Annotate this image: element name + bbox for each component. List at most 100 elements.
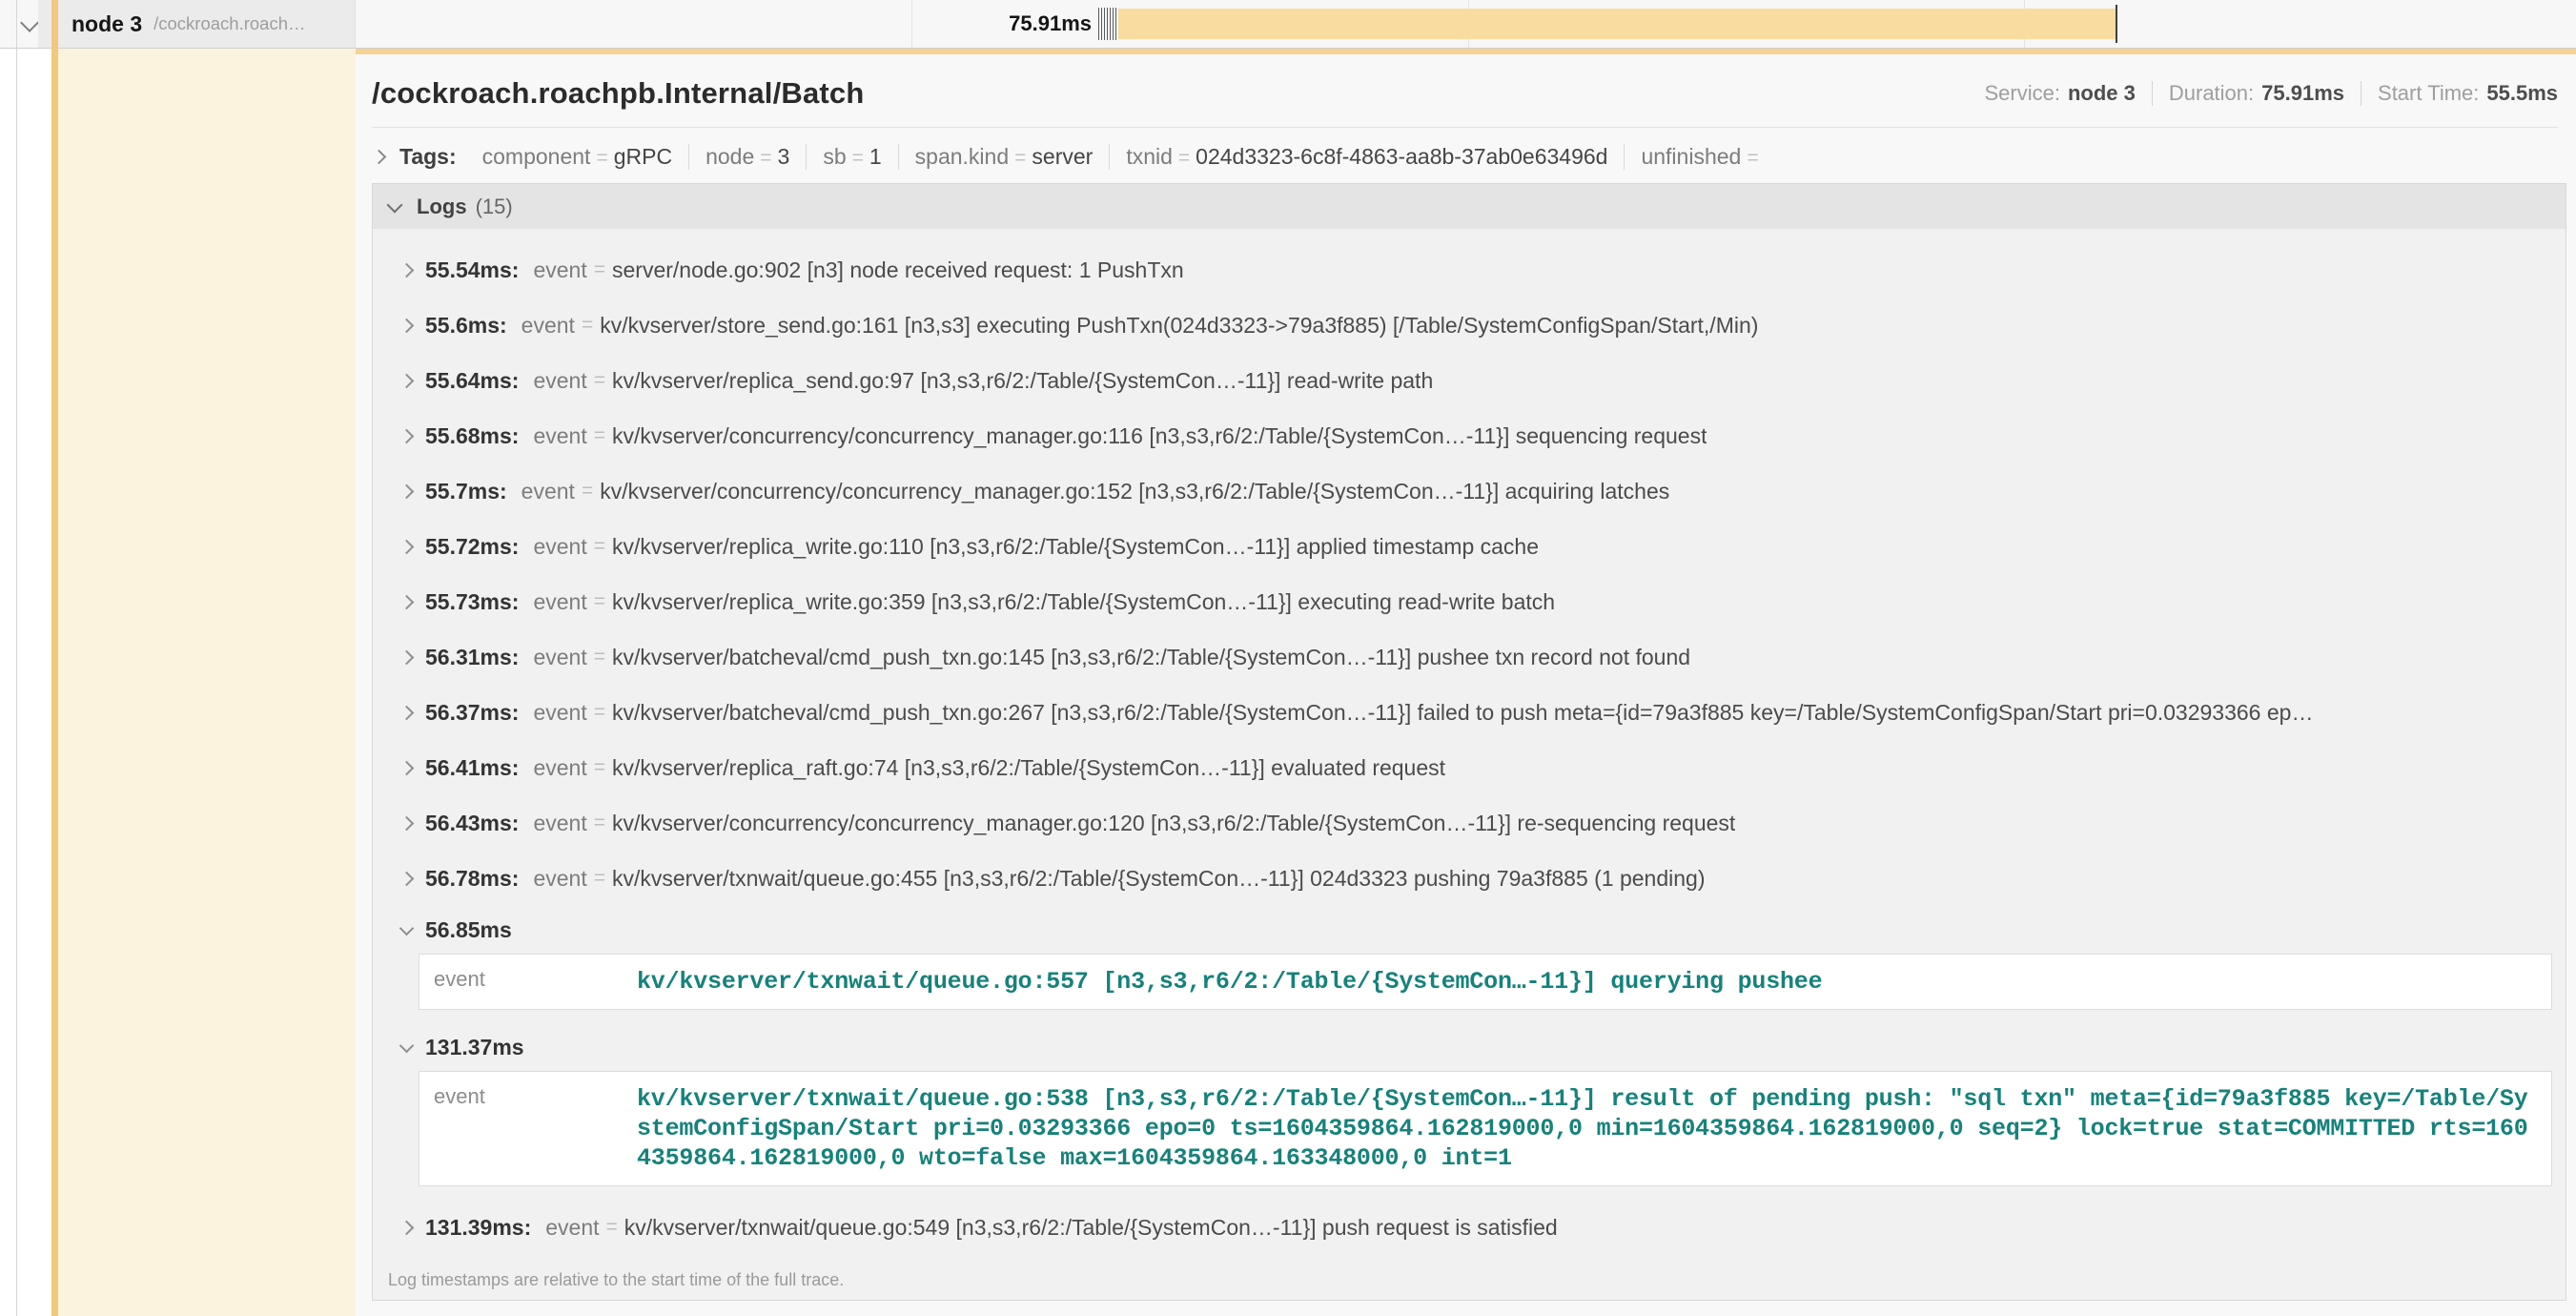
- log-entry-expanded: 131.37ms event kv/kvserver/txnwait/queue…: [401, 1023, 2566, 1186]
- tag-item: component=gRPC: [466, 144, 689, 170]
- log-row[interactable]: 56.37ms: event = kv/kvserver/batcheval/c…: [401, 685, 2566, 740]
- log-timestamp: 56.78ms:: [425, 866, 519, 892]
- log-message: kv/kvserver/concurrency/concurrency_mana…: [612, 423, 1707, 449]
- tag-value: 024d3323-6c8f-4863-aa8b-37ab0e63496d: [1196, 144, 1607, 169]
- log-message: kv/kvserver/replica_send.go:97 [n3,s3,r6…: [612, 368, 1433, 394]
- chevron-right-icon: [401, 1220, 414, 1235]
- tag-key: unfinished: [1641, 144, 1741, 169]
- log-list: 55.54ms: event = server/node.go:902 [n3]…: [373, 229, 2566, 1255]
- log-field-key: event: [533, 589, 586, 615]
- log-row[interactable]: 55.64ms: event = kv/kvserver/replica_sen…: [401, 353, 2566, 408]
- span-duration-bar[interactable]: [1118, 9, 2116, 39]
- timeline-header-bar: node 3 /cockroach.roach… 75.91ms: [0, 0, 2576, 49]
- log-timestamp: 55.54ms:: [425, 257, 519, 283]
- duration-stat: Duration:75.91ms: [2169, 81, 2344, 106]
- span-stats: Service:node 3 Duration:75.91ms Start Ti…: [1984, 81, 2558, 106]
- equals-symbol: =: [594, 812, 605, 834]
- chevron-right-icon: [401, 483, 414, 499]
- tag-item: span.kind=server: [899, 144, 1111, 170]
- log-message: kv/kvserver/store_send.go:161 [n3,s3] ex…: [600, 313, 1758, 339]
- collapse-all-chevron-icon[interactable]: [23, 16, 36, 34]
- chevron-right-icon: [401, 539, 414, 554]
- span-service-label: node 3: [72, 11, 142, 37]
- log-row[interactable]: 55.73ms: event = kv/kvserver/replica_wri…: [401, 574, 2566, 629]
- log-row[interactable]: 55.7ms: event = kv/kvserver/concurrency/…: [401, 463, 2566, 519]
- log-row-expanded-header[interactable]: 131.37ms: [401, 1023, 2566, 1071]
- equals-symbol: =: [594, 369, 605, 392]
- equals-symbol: =: [594, 424, 605, 447]
- log-field-key: event: [533, 257, 586, 283]
- tags-toggle-row[interactable]: Tags: component=gRPC node=3 sb = 1 span.ki…: [356, 128, 2576, 182]
- log-timestamp: 55.73ms:: [425, 589, 519, 615]
- equals-symbol: =: [594, 590, 605, 613]
- span-title: /cockroach.roachpb.Internal/Batch: [372, 76, 865, 111]
- equals-symbol: =: [594, 701, 605, 724]
- log-row[interactable]: 56.31ms: event = kv/kvserver/batcheval/c…: [401, 629, 2566, 685]
- log-field-key: event: [533, 700, 586, 726]
- log-row[interactable]: 56.41ms: event = kv/kvserver/replica_raf…: [401, 740, 2566, 795]
- log-field-key: event: [533, 866, 586, 892]
- equals-symbol: =: [594, 258, 605, 281]
- span-duration-label: 75.91ms: [891, 0, 1092, 48]
- chevron-down-icon: [399, 921, 415, 936]
- log-message: kv/kvserver/batcheval/cmd_push_txn.go:26…: [612, 700, 2313, 726]
- span-row-highlight: [58, 49, 356, 1316]
- log-timestamp: 131.39ms:: [425, 1215, 531, 1241]
- log-timestamp: 56.85ms: [425, 917, 512, 943]
- equals-symbol: =: [594, 646, 605, 668]
- log-timestamp: 55.68ms:: [425, 423, 519, 449]
- tag-key: component: [482, 144, 591, 169]
- log-row[interactable]: 55.54ms: event = server/node.go:902 [n3]…: [401, 242, 2566, 298]
- log-row[interactable]: 131.39ms: event = kv/kvserver/txnwait/qu…: [401, 1200, 2566, 1255]
- equals-symbol: =: [594, 867, 605, 890]
- span-color-stripe: [51, 0, 58, 1316]
- log-row[interactable]: 56.78ms: event = kv/kvserver/txnwait/que…: [401, 851, 2566, 906]
- log-field-value: kv/kvserver/txnwait/queue.go:538 [n3,s3,…: [637, 1084, 2551, 1173]
- log-field-key: event: [419, 967, 637, 997]
- chevron-right-icon: [401, 373, 414, 388]
- log-timestamp: 55.64ms:: [425, 368, 519, 394]
- start-time-stat: Start Time:55.5ms: [2378, 81, 2558, 106]
- log-row[interactable]: 55.6ms: event = kv/kvserver/store_send.g…: [401, 298, 2566, 353]
- chevron-right-icon: [401, 428, 414, 443]
- tag-value: gRPC: [614, 144, 672, 169]
- log-row[interactable]: 55.72ms: event = kv/kvserver/replica_wri…: [401, 519, 2566, 574]
- tag-item: txnid=024d3323-6c8f-4863-aa8b-37ab0e6349…: [1110, 144, 1625, 170]
- log-row[interactable]: 55.68ms: event = kv/kvserver/concurrency…: [401, 408, 2566, 463]
- log-message: kv/kvserver/replica_write.go:110 [n3,s3,…: [612, 534, 1539, 560]
- log-message: kv/kvserver/concurrency/concurrency_mana…: [612, 811, 1735, 836]
- tag-item: unfinished=: [1625, 144, 1780, 170]
- equals-symbol: =: [594, 756, 605, 779]
- log-field-key: event: [545, 1215, 599, 1241]
- log-timestamp: 55.72ms:: [425, 534, 519, 560]
- span-name-cell[interactable]: node 3 /cockroach.roach…: [38, 0, 356, 48]
- chevron-right-icon: [401, 594, 414, 609]
- log-timestamp: 56.43ms:: [425, 811, 519, 836]
- span-end-marker: [2116, 5, 2117, 43]
- span-operation-label: /cockroach.roach…: [153, 13, 305, 34]
- log-message: kv/kvserver/replica_write.go:359 [n3,s3,…: [612, 589, 1555, 615]
- tag-key: node: [705, 144, 754, 169]
- left-column-divider: [16, 0, 17, 1316]
- log-timestamp: 56.37ms:: [425, 700, 519, 726]
- chevron-down-icon: [399, 1038, 415, 1054]
- chevron-right-icon: [401, 262, 414, 278]
- span-detail-header: /cockroach.roachpb.Internal/Batch Servic…: [372, 54, 2558, 128]
- equals-symbol: =: [582, 314, 593, 337]
- equals-symbol: =: [1178, 147, 1190, 169]
- log-field-key: event: [533, 423, 586, 449]
- tag-key: sb: [823, 144, 846, 169]
- tag-value: 1: [869, 144, 882, 169]
- log-message: kv/kvserver/concurrency/concurrency_mana…: [600, 479, 1669, 504]
- log-field-key: event: [533, 368, 586, 394]
- log-row[interactable]: 56.43ms: event = kv/kvserver/concurrency…: [401, 795, 2566, 851]
- tag-item: node=3: [689, 144, 807, 170]
- tag-list: component=gRPC node=3 sb = 1 span.kind=ser…: [466, 144, 1781, 170]
- logs-title: Logs: [417, 195, 467, 219]
- log-message: server/node.go:902 [n3] node received re…: [612, 257, 1184, 283]
- logs-header[interactable]: Logs (15): [373, 184, 2566, 229]
- log-row-expanded-header[interactable]: 56.85ms: [401, 906, 2566, 954]
- tags-label: Tags:: [399, 144, 457, 170]
- log-timestamp: 56.31ms:: [425, 645, 519, 670]
- logs-count: (15): [476, 195, 513, 219]
